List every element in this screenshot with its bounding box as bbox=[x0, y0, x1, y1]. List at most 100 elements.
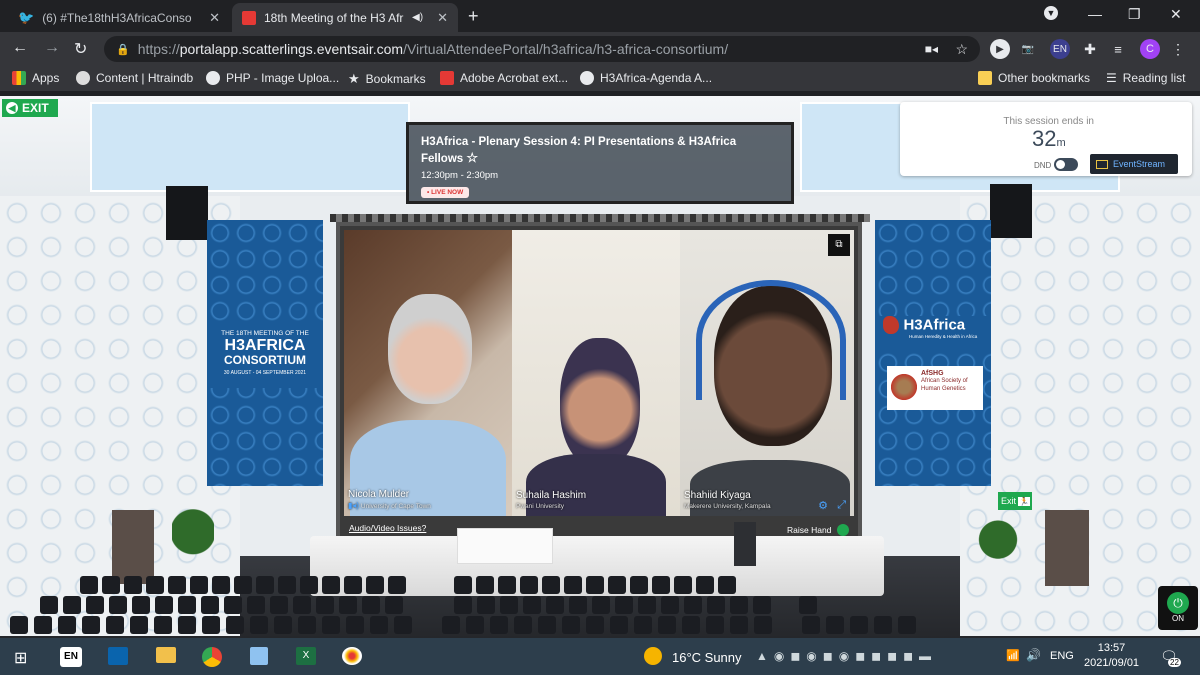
lectern bbox=[734, 522, 756, 566]
forward-button[interactable]: → bbox=[44, 39, 60, 57]
bookmark-folder[interactable]: ★ Bookmarks bbox=[348, 71, 426, 87]
globe-icon bbox=[206, 71, 220, 85]
seat bbox=[592, 596, 610, 614]
navigation-bar: ← → ↻ 🔒 https:// portalapp.scatterlings.… bbox=[0, 32, 1200, 66]
exit-arrow-icon: ◀ bbox=[6, 102, 18, 114]
minimize-button[interactable]: — bbox=[1088, 6, 1102, 22]
input-language[interactable]: ENG bbox=[1050, 650, 1074, 662]
back-button[interactable]: ← bbox=[12, 39, 28, 57]
seat bbox=[322, 576, 340, 594]
camera-blocked-icon[interactable]: ■◂ bbox=[925, 42, 938, 56]
on-toggle-widget[interactable]: ⏻ ON bbox=[1158, 586, 1198, 630]
settings-gear-icon[interactable]: ⚙ bbox=[818, 499, 828, 512]
bookmark-apps[interactable]: Apps bbox=[12, 71, 59, 85]
reading-list[interactable]: ☰ Reading list bbox=[1106, 71, 1185, 85]
windows-taskbar: ⊞ EN X 16°C Sunny ▲◉◼◉◼◉◼◼◼◼▬ 📶 🔊 ENG 13… bbox=[0, 638, 1200, 675]
seat bbox=[754, 616, 772, 634]
volume-icon[interactable]: 🔊 bbox=[1026, 648, 1041, 662]
outlook-icon[interactable] bbox=[108, 647, 128, 665]
weather-label[interactable]: 16°C Sunny bbox=[672, 650, 742, 665]
windows-start-icon[interactable]: ⊞ bbox=[14, 648, 27, 668]
fullscreen-icon[interactable]: ⤢ bbox=[837, 499, 846, 512]
audio-icon[interactable]: ◀) bbox=[412, 12, 423, 23]
seat bbox=[250, 616, 268, 634]
eventsair-icon bbox=[242, 10, 256, 25]
participant-head bbox=[560, 338, 640, 468]
profile-avatar[interactable]: C bbox=[1140, 39, 1160, 59]
seat bbox=[300, 576, 318, 594]
maximize-button[interactable]: ❐ bbox=[1128, 6, 1141, 23]
audio-video-issues-link[interactable]: Audio/Video Issues? bbox=[349, 523, 426, 533]
seat bbox=[799, 596, 817, 614]
excel-icon[interactable]: X bbox=[296, 647, 316, 665]
pip-toggle-icon[interactable]: ⧉ bbox=[828, 234, 850, 256]
notepad-icon[interactable] bbox=[250, 647, 268, 665]
reading-list-label: Reading list bbox=[1122, 71, 1186, 85]
language-bar[interactable]: EN bbox=[60, 647, 82, 667]
seat bbox=[520, 576, 538, 594]
tab-search-icon[interactable]: ▼ bbox=[1044, 6, 1058, 20]
media-control-icon[interactable]: ≡ bbox=[1108, 39, 1128, 59]
session-info-board: H3Africa - Plenary Session 4: PI Present… bbox=[406, 122, 794, 204]
close-tab-icon[interactable]: ✕ bbox=[437, 10, 448, 26]
extension-camera-icon[interactable]: 📷 bbox=[1018, 39, 1038, 59]
seat bbox=[190, 576, 208, 594]
extensions-puzzle-icon[interactable]: ✚ bbox=[1080, 39, 1100, 59]
raise-hand-button[interactable]: Raise Hand bbox=[787, 524, 850, 536]
podium-desk bbox=[457, 528, 553, 564]
dnd-toggle[interactable] bbox=[1054, 158, 1078, 171]
banner-title-box: THE 18TH MEETING OF THE H3AFRICA CONSORT… bbox=[207, 324, 323, 388]
bookmark-agenda[interactable]: H3Africa-Agenda A... bbox=[580, 71, 712, 85]
bookmark-acrobat[interactable]: Adobe Acrobat ext... bbox=[440, 71, 568, 85]
bookmark-star-icon[interactable]: ☆ bbox=[955, 41, 968, 58]
paint-icon[interactable] bbox=[342, 647, 362, 665]
folder-icon bbox=[978, 71, 992, 85]
tab-meeting[interactable]: 18th Meeting of the H3 Africa ◀) ✕ bbox=[232, 3, 458, 32]
favorite-star-icon[interactable]: ☆ bbox=[466, 150, 478, 165]
seat bbox=[718, 576, 736, 594]
seat bbox=[274, 616, 292, 634]
seat bbox=[132, 596, 150, 614]
seat bbox=[652, 576, 670, 594]
bookmark-htraindb[interactable]: Content | Htraindb bbox=[76, 71, 193, 85]
tray-icons[interactable]: ▲◉◼◉◼◉◼◼◼◼▬ bbox=[756, 649, 937, 663]
globe-icon bbox=[580, 71, 594, 85]
eventstream-button[interactable]: EventStream bbox=[1090, 154, 1178, 174]
raise-hand-label: Raise Hand bbox=[787, 525, 832, 535]
seat bbox=[634, 616, 652, 634]
menu-kebab-icon[interactable]: ⋮ bbox=[1168, 39, 1188, 59]
wifi-icon[interactable]: 📶 bbox=[1006, 649, 1020, 662]
other-bookmarks[interactable]: Other bookmarks bbox=[978, 71, 1090, 85]
seat bbox=[130, 616, 148, 634]
eventstream-icon bbox=[1096, 159, 1108, 169]
seat bbox=[630, 576, 648, 594]
seat bbox=[278, 576, 296, 594]
seat bbox=[523, 596, 541, 614]
exit-sign[interactable]: Exit 🏃 bbox=[998, 492, 1032, 510]
side-door-right bbox=[1045, 510, 1089, 586]
seat bbox=[898, 616, 916, 634]
virtual-auditorium: ◀ EXIT H3Africa - Plenary Session 4: PI … bbox=[0, 96, 1200, 638]
bookmark-php-upload[interactable]: PHP - Image Uploa... bbox=[206, 71, 339, 85]
hand-icon bbox=[837, 524, 850, 536]
new-tab-button[interactable]: + bbox=[468, 6, 479, 27]
clock[interactable]: 13:57 2021/09/01 bbox=[1084, 641, 1139, 671]
address-bar[interactable]: 🔒 https:// portalapp.scatterlings.events… bbox=[104, 36, 980, 62]
seat bbox=[82, 616, 100, 634]
reload-button[interactable]: ↻ bbox=[74, 39, 87, 59]
participant-org: Pwani University bbox=[516, 503, 565, 510]
language-extension-badge[interactable]: EN bbox=[1050, 39, 1070, 59]
close-tab-icon[interactable]: ✕ bbox=[209, 10, 220, 26]
tab-twitter[interactable]: 🐦 (6) #The18thH3AfricaConsortium ✕ bbox=[8, 3, 230, 32]
live-badge: • LIVE NOW bbox=[421, 187, 470, 198]
close-window-button[interactable]: ✕ bbox=[1170, 6, 1182, 23]
seat bbox=[58, 616, 76, 634]
extension-play-icon[interactable]: ▶ bbox=[990, 39, 1010, 59]
seat bbox=[610, 616, 628, 634]
chrome-icon[interactable] bbox=[202, 647, 222, 667]
seat bbox=[476, 576, 494, 594]
seat bbox=[316, 596, 334, 614]
seat bbox=[696, 576, 714, 594]
file-explorer-icon[interactable] bbox=[156, 647, 176, 663]
exit-button[interactable]: ◀ EXIT bbox=[2, 99, 58, 117]
